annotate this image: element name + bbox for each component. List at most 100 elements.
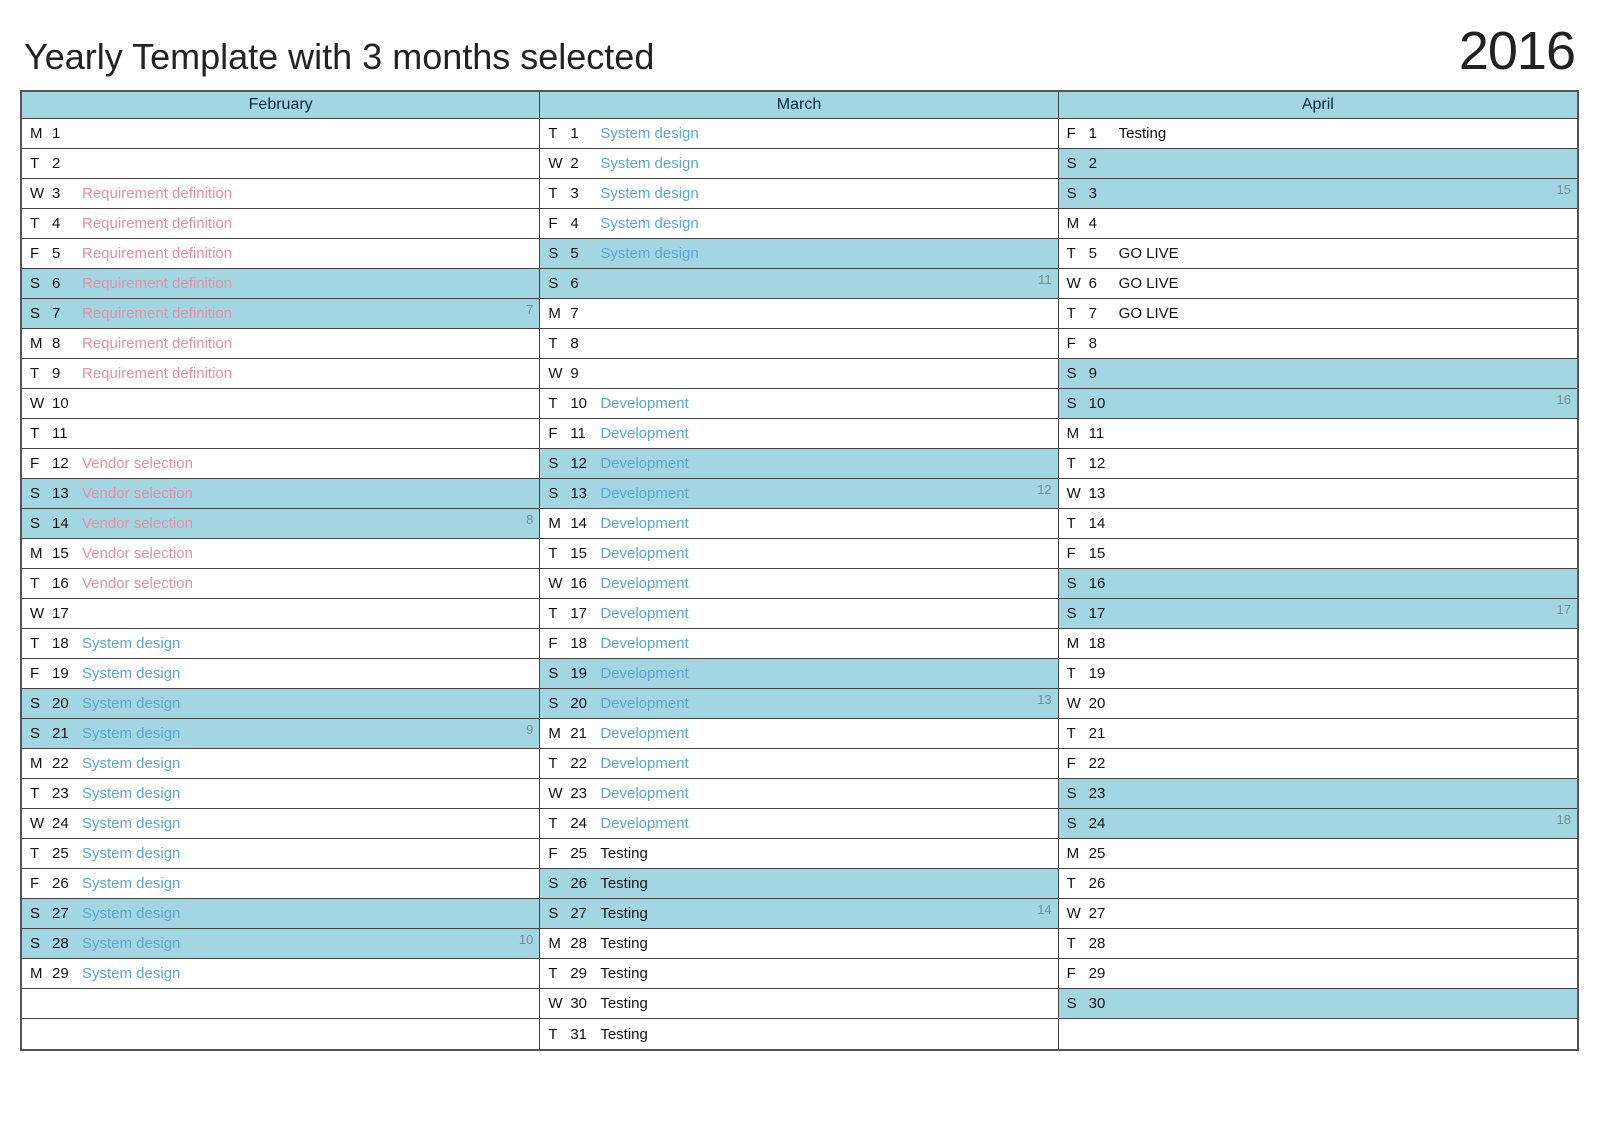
day-cell[interactable]: T26 xyxy=(1059,869,1577,899)
day-cell[interactable]: T31Testing xyxy=(540,1019,1057,1049)
day-cell[interactable]: M18 xyxy=(1059,629,1577,659)
day-cell[interactable]: M7 xyxy=(540,299,1057,329)
day-cell[interactable]: M25 xyxy=(1059,839,1577,869)
day-cell[interactable]: T14 xyxy=(1059,509,1577,539)
day-cell[interactable]: S23 xyxy=(1059,779,1577,809)
day-cell[interactable]: S7Requirement definition7 xyxy=(22,299,539,329)
day-cell[interactable]: F1Testing xyxy=(1059,119,1577,149)
day-cell[interactable]: W30Testing xyxy=(540,989,1057,1019)
day-cell[interactable]: T2 xyxy=(22,149,539,179)
day-cell[interactable]: S13Development12 xyxy=(540,479,1057,509)
day-cell[interactable]: W16Development xyxy=(540,569,1057,599)
day-cell[interactable]: M21Development xyxy=(540,719,1057,749)
day-cell[interactable]: M22System design xyxy=(22,749,539,779)
day-cell[interactable]: M8Requirement definition xyxy=(22,329,539,359)
day-cell[interactable]: S20Development13 xyxy=(540,689,1057,719)
day-cell[interactable]: F5Requirement definition xyxy=(22,239,539,269)
day-cell[interactable] xyxy=(22,1019,539,1049)
day-cell[interactable]: W10 xyxy=(22,389,539,419)
day-cell[interactable]: M4 xyxy=(1059,209,1577,239)
day-cell[interactable]: T21 xyxy=(1059,719,1577,749)
day-cell[interactable]: S5System design xyxy=(540,239,1057,269)
day-cell[interactable] xyxy=(1059,1019,1577,1049)
day-cell[interactable]: M29System design xyxy=(22,959,539,989)
day-cell[interactable]: F18Development xyxy=(540,629,1057,659)
day-cell[interactable]: T16Vendor selection xyxy=(22,569,539,599)
day-cell[interactable]: W24System design xyxy=(22,809,539,839)
day-cell[interactable]: F26System design xyxy=(22,869,539,899)
day-cell[interactable]: S1016 xyxy=(1059,389,1577,419)
day-of-week: S xyxy=(1067,785,1089,802)
day-cell[interactable]: T17Development xyxy=(540,599,1057,629)
day-cell[interactable]: S2418 xyxy=(1059,809,1577,839)
day-cell[interactable]: W3Requirement definition xyxy=(22,179,539,209)
day-cell[interactable]: W23Development xyxy=(540,779,1057,809)
day-cell[interactable]: T8 xyxy=(540,329,1057,359)
day-cell[interactable]: W2System design xyxy=(540,149,1057,179)
day-cell[interactable]: W13 xyxy=(1059,479,1577,509)
day-cell[interactable]: S20System design xyxy=(22,689,539,719)
day-cell[interactable]: S9 xyxy=(1059,359,1577,389)
day-cell[interactable]: S19Development xyxy=(540,659,1057,689)
day-of-week: T xyxy=(548,125,570,142)
day-cell[interactable]: T29Testing xyxy=(540,959,1057,989)
day-cell[interactable]: W6GO LIVE xyxy=(1059,269,1577,299)
day-cell[interactable]: F15 xyxy=(1059,539,1577,569)
day-cell[interactable]: S27Testing14 xyxy=(540,899,1057,929)
day-cell[interactable]: T1System design xyxy=(540,119,1057,149)
day-cell[interactable]: T9Requirement definition xyxy=(22,359,539,389)
day-cell[interactable]: S611 xyxy=(540,269,1057,299)
day-cell[interactable]: S28System design10 xyxy=(22,929,539,959)
day-cell[interactable]: T28 xyxy=(1059,929,1577,959)
day-cell[interactable]: T22Development xyxy=(540,749,1057,779)
day-cell[interactable]: S26Testing xyxy=(540,869,1057,899)
day-cell[interactable]: M1 xyxy=(22,119,539,149)
day-cell[interactable]: S13Vendor selection xyxy=(22,479,539,509)
day-cell[interactable]: T10Development xyxy=(540,389,1057,419)
day-cell[interactable]: S14Vendor selection8 xyxy=(22,509,539,539)
day-number: 11 xyxy=(52,425,76,442)
day-cell[interactable] xyxy=(22,989,539,1019)
day-cell[interactable]: M28Testing xyxy=(540,929,1057,959)
day-cell[interactable]: T15Development xyxy=(540,539,1057,569)
day-cell[interactable]: S27System design xyxy=(22,899,539,929)
day-cell[interactable]: F19System design xyxy=(22,659,539,689)
day-cell[interactable]: F4System design xyxy=(540,209,1057,239)
day-number: 13 xyxy=(1089,485,1113,502)
day-of-week: T xyxy=(548,335,570,352)
day-cell[interactable]: T23System design xyxy=(22,779,539,809)
day-cell[interactable]: T24Development xyxy=(540,809,1057,839)
day-cell[interactable]: T7GO LIVE xyxy=(1059,299,1577,329)
day-cell[interactable]: W9 xyxy=(540,359,1057,389)
day-cell[interactable]: F12Vendor selection xyxy=(22,449,539,479)
day-cell[interactable]: F11Development xyxy=(540,419,1057,449)
day-cell[interactable]: T4Requirement definition xyxy=(22,209,539,239)
day-cell[interactable]: S12Development xyxy=(540,449,1057,479)
day-cell[interactable]: W17 xyxy=(22,599,539,629)
day-cell[interactable]: T19 xyxy=(1059,659,1577,689)
day-cell[interactable]: F25Testing xyxy=(540,839,1057,869)
task-label: Testing xyxy=(600,995,648,1012)
day-cell[interactable]: S21System design9 xyxy=(22,719,539,749)
day-cell[interactable]: T5GO LIVE xyxy=(1059,239,1577,269)
day-cell[interactable]: M15Vendor selection xyxy=(22,539,539,569)
day-cell[interactable]: F29 xyxy=(1059,959,1577,989)
day-cell[interactable]: F22 xyxy=(1059,749,1577,779)
day-cell[interactable]: T18System design xyxy=(22,629,539,659)
day-cell[interactable]: S315 xyxy=(1059,179,1577,209)
day-cell[interactable]: W27 xyxy=(1059,899,1577,929)
day-cell[interactable]: M11 xyxy=(1059,419,1577,449)
day-cell[interactable]: F8 xyxy=(1059,329,1577,359)
day-cell[interactable]: S6Requirement definition xyxy=(22,269,539,299)
day-cell[interactable]: T3System design xyxy=(540,179,1057,209)
day-cell[interactable]: T12 xyxy=(1059,449,1577,479)
day-cell[interactable]: T11 xyxy=(22,419,539,449)
day-cell[interactable]: S16 xyxy=(1059,569,1577,599)
day-cell[interactable]: S30 xyxy=(1059,989,1577,1019)
day-cell[interactable]: S1717 xyxy=(1059,599,1577,629)
day-cell[interactable]: S2 xyxy=(1059,149,1577,179)
day-of-week: M xyxy=(30,125,52,142)
day-cell[interactable]: M14Development xyxy=(540,509,1057,539)
day-cell[interactable]: T25System design xyxy=(22,839,539,869)
day-cell[interactable]: W20 xyxy=(1059,689,1577,719)
